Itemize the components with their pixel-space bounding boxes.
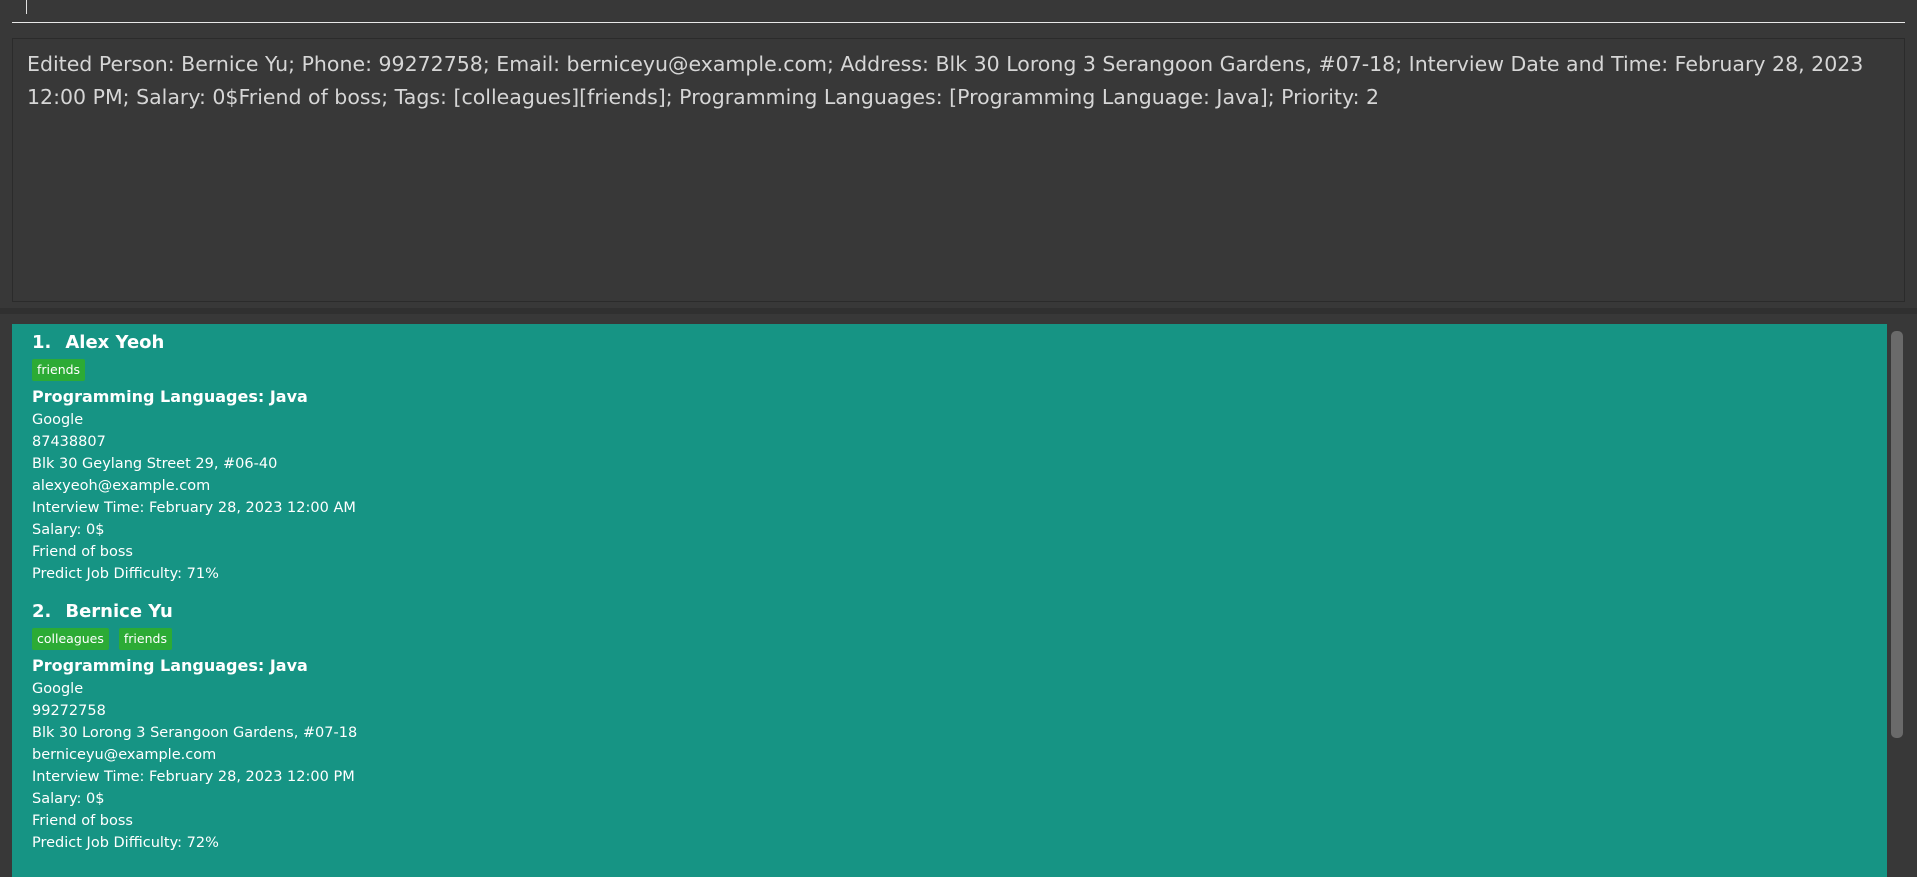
interview-time: Interview Time: February 28, 2023 12:00 …: [32, 500, 356, 516]
person-card[interactable]: 1. Alex Yeoh friends Programming Languag…: [32, 330, 1852, 585]
card-header: 1. Alex Yeoh: [32, 330, 1852, 356]
programming-languages: Programming Languages: Java: [32, 387, 308, 406]
programming-languages: Programming Languages: Java: [32, 656, 308, 675]
vertical-scrollbar[interactable]: [1888, 324, 1906, 877]
tag-list: friends: [32, 359, 1852, 381]
tag-list: colleagues friends: [32, 628, 1852, 650]
tag-badge: friends: [32, 359, 86, 381]
command-input[interactable]: [12, 0, 1905, 23]
address: Blk 30 Geylang Street 29, #06-40: [32, 456, 278, 472]
job-difficulty: Predict Job Difficulty: 72%: [32, 835, 219, 851]
card-header: 2. Bernice Yu: [32, 599, 1852, 625]
email: berniceyu@example.com: [32, 747, 217, 763]
person-name: Bernice Yu: [65, 601, 173, 622]
scrollbar-thumb[interactable]: [1891, 331, 1903, 738]
company: Google: [32, 681, 84, 697]
text-caret: [26, 0, 27, 14]
note: Friend of boss: [32, 813, 133, 829]
tag-badge: friends: [118, 628, 172, 650]
person-list[interactable]: 1. Alex Yeoh friends Programming Languag…: [12, 324, 1887, 877]
job-difficulty: Predict Job Difficulty: 71%: [32, 566, 219, 582]
person-list-panel: 1. Alex Yeoh friends Programming Languag…: [0, 314, 1917, 877]
person-name: Alex Yeoh: [65, 332, 165, 353]
interview-time: Interview Time: February 28, 2023 12:00 …: [32, 769, 355, 785]
card-index: 2.: [32, 601, 52, 622]
command-box: [0, 0, 1917, 34]
phone: 87438807: [32, 434, 106, 450]
card-index: 1.: [32, 332, 52, 353]
note: Friend of boss: [32, 544, 133, 560]
tag-badge: colleagues: [32, 628, 109, 650]
result-display[interactable]: Edited Person: Bernice Yu; Phone: 992727…: [12, 38, 1905, 302]
person-card[interactable]: 2. Bernice Yu colleagues friends Program…: [32, 599, 1852, 854]
phone: 99272758: [32, 703, 106, 719]
company: Google: [32, 412, 84, 428]
salary: Salary: 0$: [32, 522, 105, 538]
email: alexyeoh@example.com: [32, 478, 211, 494]
salary: Salary: 0$: [32, 791, 105, 807]
result-text: Edited Person: Bernice Yu; Phone: 992727…: [27, 52, 1864, 109]
address: Blk 30 Lorong 3 Serangoon Gardens, #07-1…: [32, 725, 358, 741]
